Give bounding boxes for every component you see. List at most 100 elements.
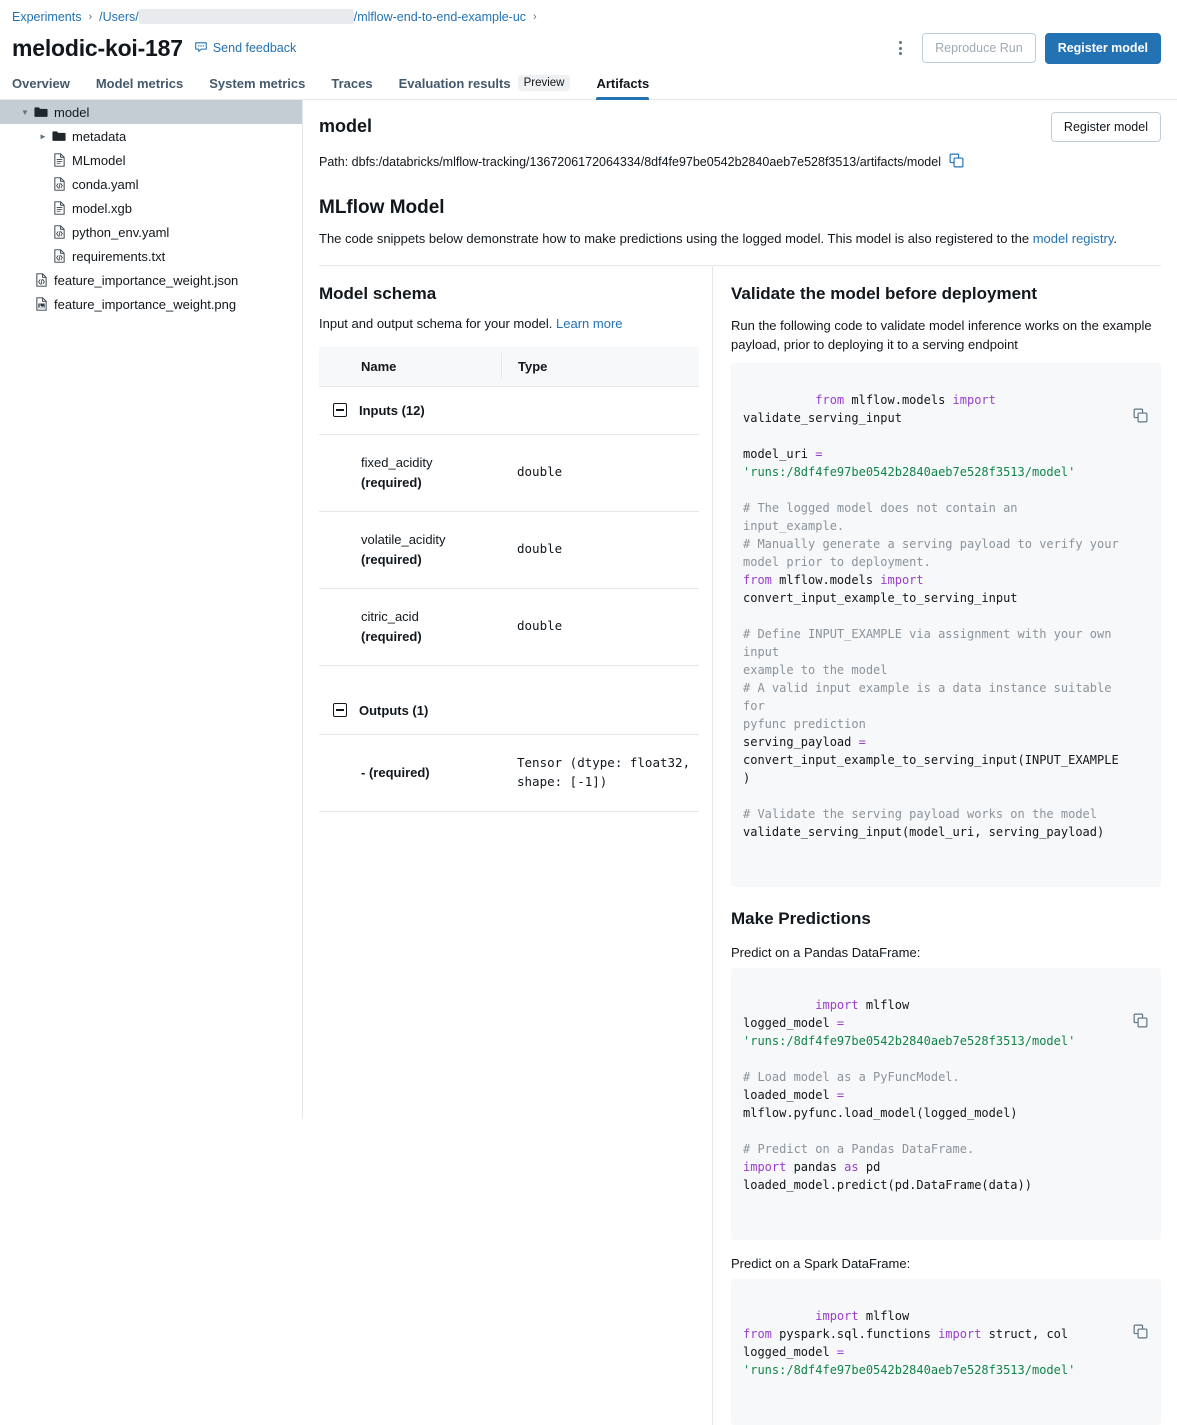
schema-group-label: Outputs (1) <box>359 703 428 718</box>
tab-system-metrics[interactable]: System metrics <box>196 76 318 99</box>
tree-item-feature-importance-png[interactable]: feature_importance_weight.png <box>0 292 302 316</box>
register-model-header-button[interactable]: Register model <box>1045 33 1161 64</box>
chevron-right-icon[interactable]: ► <box>36 132 50 141</box>
copy-code-icon[interactable] <box>1133 1288 1149 1304</box>
schema-field-type: double <box>501 617 699 636</box>
artifact-path-label: Path: dbfs:/databricks/mlflow-tracking/1… <box>319 155 941 169</box>
copy-path-icon[interactable] <box>949 153 964 171</box>
table-row: volatile_acidity (required) double <box>319 512 699 589</box>
breadcrumb-separator-icon: › <box>88 11 92 23</box>
tab-model-metrics[interactable]: Model metrics <box>83 76 196 99</box>
tree-item-label: python_env.yaml <box>72 225 169 240</box>
tree-item-python-env-yaml[interactable]: python_env.yaml <box>0 220 302 244</box>
document-icon <box>50 201 68 215</box>
make-predictions-heading: Make Predictions <box>731 909 1161 929</box>
copy-code-icon[interactable] <box>1133 372 1149 388</box>
field-name-text: fixed_acidity <box>361 455 433 470</box>
comment-icon <box>194 40 208 57</box>
schema-group-outputs[interactable]: Outputs (1) <box>319 687 699 735</box>
tree-item-model[interactable]: ▼ model <box>0 100 302 124</box>
chevron-down-icon[interactable]: ▼ <box>18 108 32 117</box>
breadcrumb-users-prefix[interactable]: /Users/ <box>99 10 139 24</box>
tree-item-metadata[interactable]: ► metadata <box>0 124 302 148</box>
field-name-text: - (required) <box>361 765 430 780</box>
tree-item-feature-importance-json[interactable]: feature_importance_weight.json <box>0 268 302 292</box>
content-columns: Model schema Input and output schema for… <box>303 266 1177 1425</box>
tree-item-conda-yaml[interactable]: conda.yaml <box>0 172 302 196</box>
document-icon <box>50 153 68 167</box>
spark-code-block[interactable]: import mlflow from pyspark.sql.functions… <box>731 1279 1161 1425</box>
folder-icon <box>32 106 50 118</box>
code-file-icon <box>50 249 68 263</box>
tree-item-label: feature_importance_weight.json <box>54 273 238 288</box>
breadcrumb-experiment-name[interactable]: /mlflow-end-to-end-example-uc <box>354 10 526 24</box>
tree-item-requirements-txt[interactable]: requirements.txt <box>0 244 302 268</box>
send-feedback-label: Send feedback <box>213 41 296 55</box>
artifact-content: model Register model Path: dbfs:/databri… <box>303 100 1177 1119</box>
model-schema-subtitle: Input and output schema for your model. … <box>319 316 712 331</box>
tree-item-model-xgb[interactable]: model.xgb <box>0 196 302 220</box>
breadcrumb: Experiments › /Users/ /mlflow-end-to-end… <box>0 0 1177 26</box>
table-row: citric_acid (required) double <box>319 589 699 666</box>
tab-label: Artifacts <box>596 76 649 91</box>
table-row: fixed_acidity (required) double <box>319 435 699 512</box>
more-options-icon[interactable] <box>888 36 912 60</box>
tab-traces[interactable]: Traces <box>318 76 385 99</box>
tab-label: Traces <box>331 76 372 91</box>
artifact-title-row: model Register model <box>319 112 1161 142</box>
page-title: melodic-koi-187 <box>12 35 183 62</box>
artifact-name: model <box>319 112 1051 137</box>
field-name-text: volatile_acidity <box>361 532 446 547</box>
folder-icon <box>50 130 68 142</box>
schema-table-header: Name Type <box>319 347 699 387</box>
description-text-post: . <box>1113 231 1117 246</box>
field-required-text: (required) <box>361 475 422 490</box>
field-required-text: (required) <box>361 552 422 567</box>
main-area: ▼ model ► metadata MLmodel conda.yaml mo… <box>0 100 1177 1119</box>
validate-heading: Validate the model before deployment <box>731 284 1161 304</box>
schema-group-inputs[interactable]: Inputs (12) <box>319 387 699 435</box>
tree-item-label: requirements.txt <box>72 249 165 264</box>
tree-item-label: conda.yaml <box>72 177 138 192</box>
validate-code-block[interactable]: from mlflow.models import validate_servi… <box>731 363 1161 887</box>
schema-field-name: volatile_acidity (required) <box>319 530 501 569</box>
preview-badge: Preview <box>518 75 571 91</box>
artifact-path-row: Path: dbfs:/databricks/mlflow-tracking/1… <box>319 153 1161 171</box>
schema-field-type: double <box>501 463 699 482</box>
tab-evaluation-results[interactable]: Evaluation results Preview <box>386 75 584 99</box>
run-header: melodic-koi-187 Send feedback Reproduce … <box>0 26 1177 70</box>
pandas-code-block[interactable]: import mlflow logged_model = 'runs:/8df4… <box>731 968 1161 1240</box>
schema-subtitle-text: Input and output schema for your model. <box>319 316 556 331</box>
schema-field-name: citric_acid (required) <box>319 607 501 646</box>
reproduce-run-button[interactable]: Reproduce Run <box>922 33 1036 63</box>
tab-label: Model metrics <box>96 76 183 91</box>
spark-code-text: import mlflow from pyspark.sql.functions… <box>743 1309 1075 1377</box>
spark-label: Predict on a Spark DataFrame: <box>731 1256 1161 1271</box>
schema-table: Name Type Inputs (12) fixed_acidity (req… <box>319 347 699 812</box>
schema-field-name: fixed_acidity (required) <box>319 453 501 492</box>
breadcrumb-experiments[interactable]: Experiments <box>12 10 81 24</box>
code-file-icon <box>50 177 68 191</box>
copy-code-icon[interactable] <box>1133 977 1149 993</box>
collapse-icon[interactable] <box>333 703 347 717</box>
code-file-icon <box>32 273 50 287</box>
tab-overview[interactable]: Overview <box>12 76 83 99</box>
learn-more-link[interactable]: Learn more <box>556 316 622 331</box>
tab-label: System metrics <box>209 76 305 91</box>
send-feedback-button[interactable]: Send feedback <box>194 40 296 57</box>
validate-code-text: from mlflow.models import validate_servi… <box>743 393 1119 839</box>
schema-field-type: Tensor (dtype: float32, shape: [-1]) <box>501 754 699 792</box>
model-schema-heading: Model schema <box>319 284 712 304</box>
tree-item-label: metadata <box>72 129 126 144</box>
breadcrumb-redacted-user <box>139 9 354 24</box>
artifact-header: model Register model Path: dbfs:/databri… <box>303 100 1177 266</box>
tab-label: Evaluation results <box>399 76 511 91</box>
tab-artifacts[interactable]: Artifacts <box>583 76 662 99</box>
model-registry-link[interactable]: model registry <box>1033 231 1114 246</box>
validate-and-predict-column: Validate the model before deployment Run… <box>713 266 1177 1425</box>
tree-item-mlmodel[interactable]: MLmodel <box>0 148 302 172</box>
register-model-panel-button[interactable]: Register model <box>1051 112 1161 142</box>
artifact-tree-sidebar: ▼ model ► metadata MLmodel conda.yaml mo… <box>0 100 303 1119</box>
collapse-icon[interactable] <box>333 403 347 417</box>
table-row: - (required) Tensor (dtype: float32, sha… <box>319 735 699 812</box>
